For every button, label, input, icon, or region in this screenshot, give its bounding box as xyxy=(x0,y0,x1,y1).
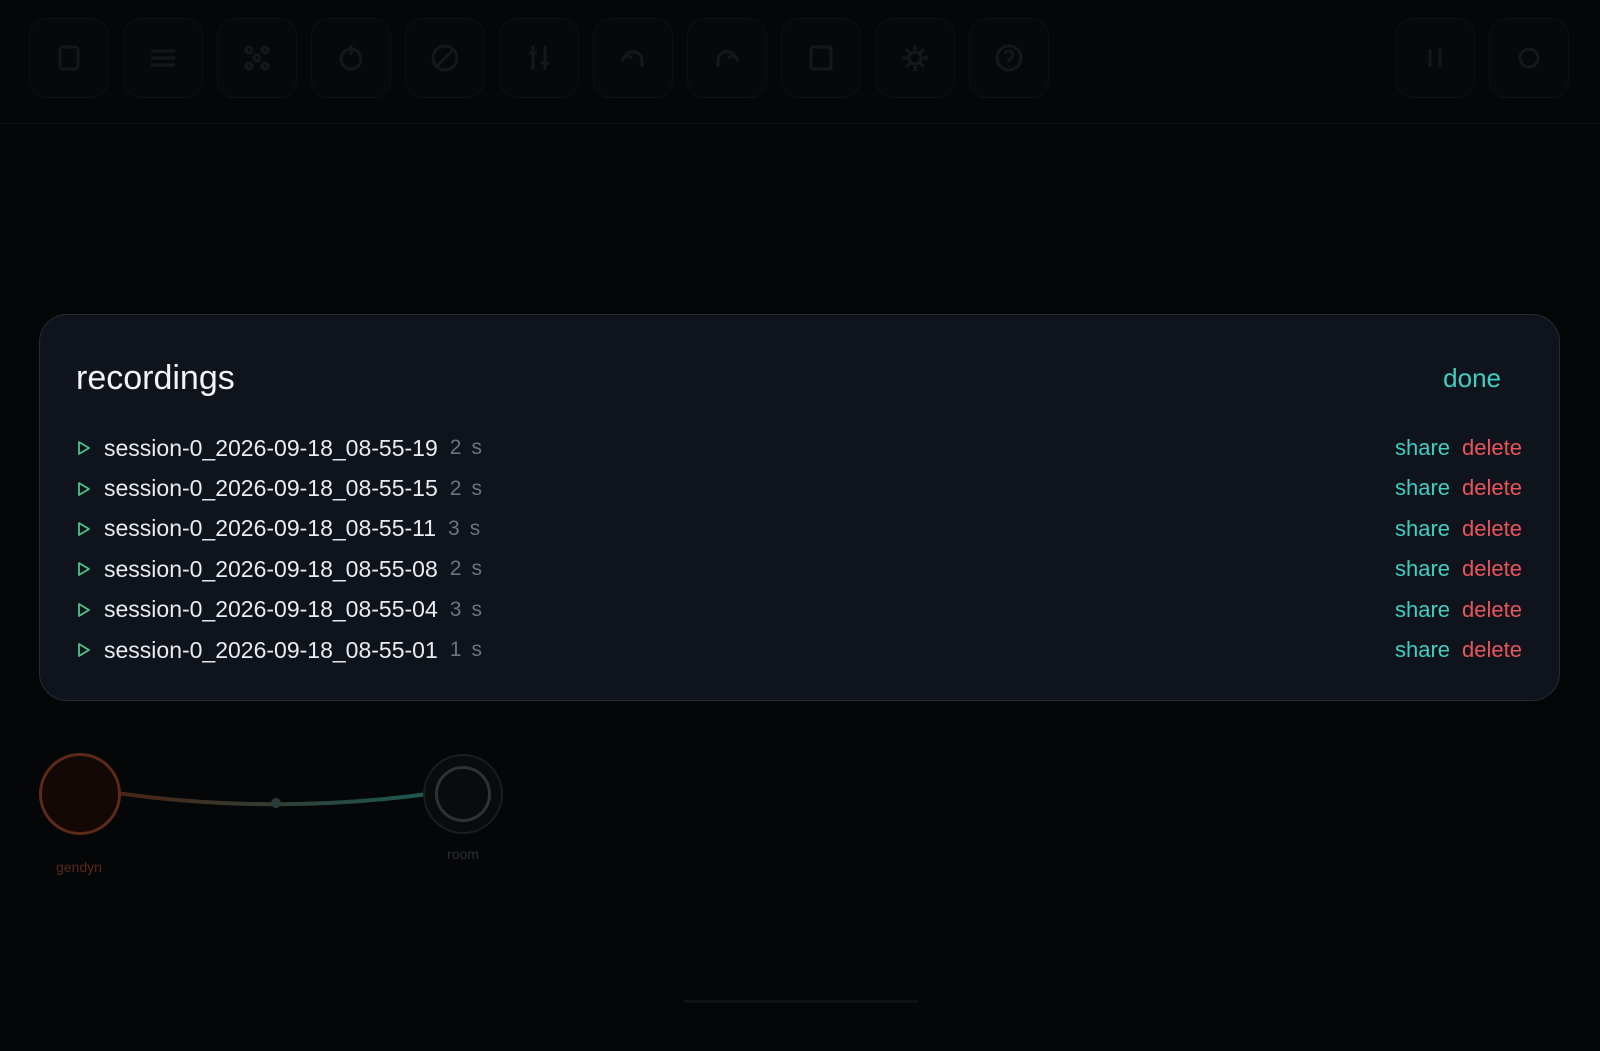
redo-button[interactable] xyxy=(687,18,767,98)
room-node-inner xyxy=(435,766,491,822)
recording-duration: 2 xyxy=(449,476,462,500)
recordings-list: session-0_2026-09-18_08-55-19 2 s share … xyxy=(76,428,1522,670)
recording-name[interactable]: session-0_2026-09-18_08-55-01 xyxy=(104,637,438,664)
record-button[interactable] xyxy=(1489,18,1569,98)
disabled-icon xyxy=(431,44,459,72)
recording-name[interactable]: session-0_2026-09-18_08-55-11 xyxy=(104,515,436,542)
done-button[interactable]: done xyxy=(1443,363,1501,394)
record-icon xyxy=(1518,47,1540,69)
bypass-button[interactable] xyxy=(405,18,485,98)
recording-name[interactable]: session-0_2026-09-18_08-55-19 xyxy=(104,435,438,462)
recording-name[interactable]: session-0_2026-09-18_08-55-08 xyxy=(104,556,438,583)
recording-row: session-0_2026-09-18_08-55-15 2 s share … xyxy=(76,468,1522,508)
modal-title: recordings xyxy=(76,359,235,397)
recording-duration-unit: s xyxy=(471,597,482,621)
help-icon xyxy=(995,44,1023,72)
recording-row: session-0_2026-09-18_08-55-11 3 s share … xyxy=(76,509,1522,549)
library-button[interactable] xyxy=(781,18,861,98)
mixer-icon xyxy=(529,46,549,70)
share-button[interactable]: share xyxy=(1395,475,1450,501)
room-node-label: room xyxy=(447,846,479,862)
home-indicator[interactable] xyxy=(684,1000,918,1003)
play-icon[interactable] xyxy=(76,479,96,499)
mixer-button[interactable] xyxy=(499,18,579,98)
play-icon[interactable] xyxy=(76,600,96,620)
gendyn-node-label: gendyn xyxy=(56,859,102,875)
recordings-modal: recordings done session-0_2026-09-18_08-… xyxy=(39,314,1560,701)
undo-button[interactable] xyxy=(593,18,673,98)
recording-duration-unit: s xyxy=(469,516,481,540)
pause-button[interactable] xyxy=(1395,18,1475,98)
toolbar xyxy=(0,0,1600,124)
power-icon xyxy=(339,45,363,71)
recording-duration: 3 xyxy=(448,516,460,540)
share-button[interactable]: share xyxy=(1395,637,1450,663)
delete-button[interactable]: delete xyxy=(1462,597,1522,623)
list-button[interactable] xyxy=(123,18,203,98)
stop-button[interactable] xyxy=(29,18,109,98)
play-icon[interactable] xyxy=(76,640,96,660)
recording-row: session-0_2026-09-18_08-55-01 1 s share … xyxy=(76,630,1522,670)
recording-duration: 2 xyxy=(449,557,462,581)
help-button[interactable] xyxy=(969,18,1049,98)
recording-actions: share delete xyxy=(1395,590,1522,630)
stop-icon xyxy=(58,45,80,71)
pause-icon xyxy=(1428,49,1442,67)
recording-row: session-0_2026-09-18_08-55-08 2 s share … xyxy=(76,549,1522,589)
play-icon[interactable] xyxy=(76,438,96,458)
app: gendyn room recordings done session-0_20… xyxy=(0,0,1600,1051)
settings-button[interactable] xyxy=(875,18,955,98)
nodes-button[interactable] xyxy=(217,18,297,98)
recording-actions: share delete xyxy=(1395,468,1522,508)
play-icon[interactable] xyxy=(76,559,96,579)
recording-duration-unit: s xyxy=(471,557,482,581)
recording-actions: share delete xyxy=(1395,428,1522,468)
room-node[interactable] xyxy=(423,754,503,834)
recording-name[interactable]: session-0_2026-09-18_08-55-15 xyxy=(104,475,438,502)
nodes-icon xyxy=(244,45,270,71)
gear-icon xyxy=(902,45,928,71)
share-button[interactable]: share xyxy=(1395,435,1450,461)
power-button[interactable] xyxy=(311,18,391,98)
share-button[interactable]: share xyxy=(1395,556,1450,582)
recording-row: session-0_2026-09-18_08-55-04 3 s share … xyxy=(76,590,1522,630)
recording-name[interactable]: session-0_2026-09-18_08-55-04 xyxy=(104,596,438,623)
delete-button[interactable]: delete xyxy=(1462,516,1522,542)
share-button[interactable]: share xyxy=(1395,597,1450,623)
recording-duration-unit: s xyxy=(471,638,482,662)
redo-icon xyxy=(716,50,740,67)
play-icon[interactable] xyxy=(76,519,96,539)
recording-duration: 1 xyxy=(449,638,462,662)
undo-icon xyxy=(620,50,644,67)
recording-actions: share delete xyxy=(1395,630,1522,670)
recording-row: session-0_2026-09-18_08-55-19 2 s share … xyxy=(76,428,1522,468)
list-icon xyxy=(151,49,175,67)
recording-actions: share delete xyxy=(1395,509,1522,549)
delete-button[interactable]: delete xyxy=(1462,435,1522,461)
recording-actions: share delete xyxy=(1395,549,1522,589)
recording-duration-unit: s xyxy=(471,436,482,460)
recording-duration-unit: s xyxy=(471,476,482,500)
gendyn-node[interactable] xyxy=(39,753,121,835)
delete-button[interactable]: delete xyxy=(1462,475,1522,501)
recording-duration: 2 xyxy=(449,436,462,460)
share-button[interactable]: share xyxy=(1395,516,1450,542)
delete-button[interactable]: delete xyxy=(1462,556,1522,582)
delete-button[interactable]: delete xyxy=(1462,637,1522,663)
recording-duration: 3 xyxy=(449,597,462,621)
book-icon xyxy=(809,45,833,71)
